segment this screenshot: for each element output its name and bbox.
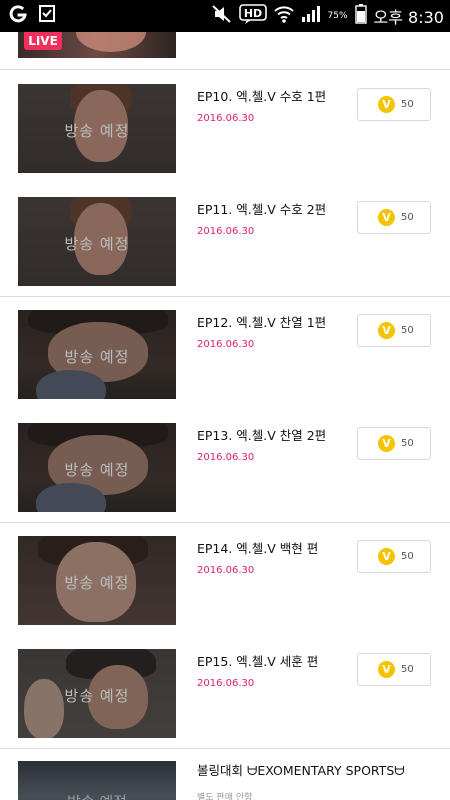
notification-check-icon [38, 4, 58, 28]
clock: 오후 8:30 [373, 8, 444, 27]
thumbnail-caption: 방송 예정 [64, 235, 130, 253]
episode-title[interactable]: EP15. 엑.첼.V 세훈 편 [197, 651, 318, 670]
price-label: 50 [401, 551, 414, 562]
purchase-button[interactable]: V 50 [357, 88, 431, 121]
episode-thumbnail[interactable]: 방송 예정 [18, 649, 176, 738]
mute-icon [211, 5, 232, 27]
episode-thumbnail[interactable]: 방송 예정 [18, 536, 176, 625]
episode-date: 2016.06.30 [197, 226, 255, 237]
status-bar: HD 75% 오후 8:30 [0, 0, 450, 32]
v-coin-icon: V [378, 435, 395, 452]
hd-voice-icon: HD [238, 4, 267, 28]
list-item[interactable]: 방송 예정 EP15. 엑.첼.V 세훈 편 2016.06.30 V 50 [0, 635, 450, 748]
purchase-button[interactable]: V 50 [357, 201, 431, 234]
price-label: 50 [401, 212, 414, 223]
episode-date: 2016.06.30 [197, 565, 255, 576]
episode-title[interactable]: EP14. 엑.첼.V 백현 편 [197, 538, 318, 557]
episode-title[interactable]: EP12. 엑.첼.V 찬열 1편 [197, 312, 326, 331]
price-label: 50 [401, 438, 414, 449]
thumbnail-caption: 방송 예정 [64, 574, 130, 592]
wifi-icon [273, 5, 294, 27]
episode-thumbnail[interactable]: 방송 예정 [18, 310, 176, 399]
v-coin-icon: V [378, 322, 395, 339]
purchase-button[interactable]: V 50 [357, 427, 431, 460]
episode-thumbnail[interactable]: 방송 예정 [18, 761, 176, 800]
g-logo-icon [8, 4, 28, 28]
live-badge: LIVE [24, 32, 62, 50]
price-label: 50 [401, 664, 414, 675]
v-coin-icon: V [378, 548, 395, 565]
divider [0, 748, 450, 749]
purchase-button[interactable]: V 50 [357, 314, 431, 347]
list-item[interactable]: 방송 예정 EP10. 엑.첼.V 수호 1편 2016.06.30 V 50 [0, 70, 450, 183]
episode-list[interactable]: LIVE 방송 예정 EP10. 엑.첼.V 수호 1편 2016.06.30 … [0, 32, 450, 800]
hd-label: HD [243, 7, 261, 20]
episode-date: 2016.06.30 [197, 452, 255, 463]
list-item[interactable]: 방송 예정 EP12. 엑.첼.V 찬열 1편 2016.06.30 V 50 [0, 296, 450, 409]
thumbnail-caption: 방송 예정 [64, 348, 130, 366]
thumbnail-caption: 방송 예정 [64, 122, 130, 140]
episode-thumbnail[interactable]: 방송 예정 [18, 197, 176, 286]
status-bar-right: HD 75% 오후 8:30 [211, 4, 444, 28]
v-coin-icon: V [378, 209, 395, 226]
price-label: 50 [401, 99, 414, 110]
episode-title[interactable]: EP13. 엑.첼.V 찬열 2편 [197, 425, 326, 444]
battery-icon [354, 4, 367, 28]
v-coin-icon: V [378, 661, 395, 678]
episode-thumbnail[interactable]: 방송 예정 [18, 423, 176, 512]
thumbnail-caption: 방송 예정 [64, 461, 130, 479]
episode-date: 2016.06.30 [197, 339, 255, 350]
episode-title[interactable]: 볼링대회 ᗨEXOMENTARY SPORTSᗨ [197, 760, 405, 779]
thumbnail-caption: 방송 예정 [18, 791, 176, 800]
list-item[interactable]: 방송 예정 EP14. 엑.첼.V 백현 편 2016.06.30 V 50 [0, 522, 450, 635]
v-coin-icon: V [378, 96, 395, 113]
episode-thumbnail[interactable]: 방송 예정 [18, 84, 176, 173]
status-bar-left [8, 5, 58, 27]
thumbnail-caption: 방송 예정 [64, 687, 130, 705]
episode-date: 2016.06.30 [197, 678, 255, 689]
list-item[interactable]: 방송 예정 볼링대회 ᗨEXOMENTARY SPORTSᗨ 별도 판매 안함 [0, 750, 450, 800]
list-item[interactable]: 방송 예정 EP13. 엑.첼.V 찬열 2편 2016.06.30 V 50 [0, 409, 450, 522]
episode-subtitle: 별도 판매 안함 [197, 793, 253, 800]
episode-date: 2016.06.30 [197, 113, 255, 124]
thumbnail-image [76, 32, 146, 52]
signal-icon [301, 5, 321, 27]
episode-title[interactable]: EP11. 엑.첼.V 수호 2편 [197, 199, 326, 218]
price-label: 50 [401, 325, 414, 336]
purchase-button[interactable]: V 50 [357, 653, 431, 686]
episode-title[interactable]: EP10. 엑.첼.V 수호 1편 [197, 86, 326, 105]
list-item[interactable]: 방송 예정 EP11. 엑.첼.V 수호 2편 2016.06.30 V 50 [0, 183, 450, 296]
purchase-button[interactable]: V 50 [357, 540, 431, 573]
battery-percent: 75% [327, 11, 348, 21]
